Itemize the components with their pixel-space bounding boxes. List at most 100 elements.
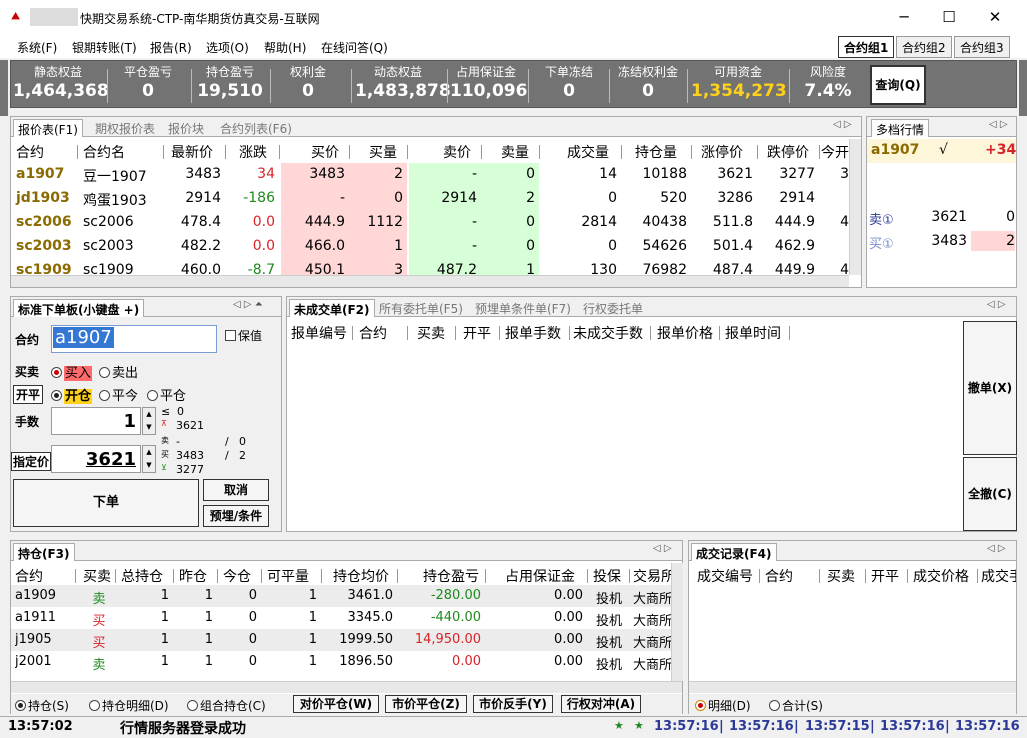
tab-depth[interactable]: 多档行情 (871, 119, 930, 137)
tab-scroll-arrows-icon[interactable]: ◁ ▷ (989, 119, 1008, 130)
col-header[interactable]: 可平量 (267, 566, 309, 586)
tab-quote-table[interactable]: 报价表(F1) (13, 119, 83, 137)
menu-system[interactable]: 系统(F) (17, 39, 57, 56)
col-header[interactable]: 买卖 (827, 566, 855, 585)
quote-horizontal-scrollbar[interactable] (11, 275, 849, 287)
menu-options[interactable]: 选项(O) (206, 39, 249, 56)
price-stepper[interactable]: ▲ ▼ (142, 445, 156, 473)
col-header[interactable]: 总持仓 (121, 566, 163, 586)
tab-pending[interactable]: 未成交单(F2) (289, 299, 375, 317)
submit-order-button[interactable]: 下单 (13, 479, 199, 527)
col-header[interactable]: 开平 (463, 323, 491, 343)
buy-radio[interactable]: 买入 (51, 362, 93, 381)
close-today-radio[interactable]: 平今 (99, 385, 138, 404)
radio-combo-position[interactable]: 组合持仓(C) (187, 697, 266, 714)
menu-bank-transfer[interactable]: 银期转账(T) (72, 39, 137, 56)
tab-conditional-orders[interactable]: 预埋单条件单(F7) (471, 299, 575, 317)
col-header[interactable]: 合约 (15, 566, 43, 586)
tab-all-orders[interactable]: 所有委托单(F5) (375, 299, 467, 317)
col-header[interactable]: 成交价格 (913, 566, 969, 585)
col-header[interactable]: 合约名 (83, 142, 125, 162)
quote-row[interactable]: sc2006 sc2006 478.4 0.0 444.9 1112 - 0 2814 40438… (11, 211, 851, 235)
quote-row[interactable]: sc2003 sc2003 482.2 0.0 466.0 1 - 0 0 54626 501.4 4… (11, 235, 851, 259)
positions-horizontal-scrollbar[interactable] (11, 681, 682, 693)
col-header[interactable]: 合约 (359, 323, 387, 343)
menu-online-qa[interactable]: 在线问答(Q) (321, 39, 388, 56)
tab-quote-block[interactable]: 报价块 (164, 119, 208, 137)
radio-positions[interactable]: 持仓(S) (15, 697, 69, 714)
close-button[interactable]: ✕ (981, 5, 1009, 29)
tab-scroll-arrows-icon[interactable]: ◁ ▷ (653, 543, 672, 554)
panel-arrows-icon[interactable]: ◁ ▷ ⏶ (233, 299, 263, 310)
tab-contract-list[interactable]: 合约列表(F6) (216, 119, 296, 137)
preorder-button[interactable]: 预埋/条件 (203, 505, 269, 527)
col-header[interactable]: 成交手数 (981, 566, 1016, 585)
tab-scroll-arrows-icon[interactable]: ◁ ▷ (987, 543, 1006, 554)
col-header[interactable]: 涨停价 (701, 142, 743, 162)
col-header[interactable]: 持仓量 (635, 142, 677, 162)
radio-position-detail[interactable]: 持仓明细(D) (89, 697, 169, 714)
col-header[interactable]: 买量 (369, 142, 397, 162)
tab-option-quote[interactable]: 期权报价表 (91, 119, 159, 137)
col-header[interactable]: 卖价 (443, 142, 471, 162)
sell-radio[interactable]: 卖出 (99, 362, 138, 381)
col-header[interactable]: 买价 (311, 142, 339, 162)
hedge-checkbox[interactable]: 保值 (225, 327, 262, 344)
col-header[interactable]: 交易所 (633, 566, 671, 586)
trades-horizontal-scrollbar[interactable] (689, 681, 1016, 693)
market-close-button[interactable]: 市价平仓(Z) (385, 695, 467, 713)
qty-stepper[interactable]: ▲ ▼ (142, 407, 156, 435)
maximize-button[interactable]: ☐ (935, 5, 963, 29)
quote-row[interactable]: sc1909 sc1909 460.0 -8.7 450.1 3 487.2 1 130 7698… (11, 259, 851, 275)
position-row[interactable]: a1911 买 1 1 0 1 3345.0 -440.00 0.00 投机 大商所 (11, 607, 671, 629)
col-header[interactable]: 今开 (821, 142, 851, 162)
quote-row[interactable]: a1907 豆一1907 3483 34 3483 2 - 0 14 10188 3621 3277 3 (11, 163, 851, 187)
position-row[interactable]: a1909 卖 1 1 0 1 3461.0 -280.00 0.00 投机 大商所 (11, 585, 671, 607)
radio-trade-total[interactable]: 合计(S) (769, 697, 823, 714)
counter-close-button[interactable]: 对价平仓(W) (293, 695, 379, 713)
tab-contract-group-2[interactable]: 合约组2 (896, 36, 952, 58)
col-header[interactable]: 合约 (16, 142, 44, 162)
tab-contract-group-3[interactable]: 合约组3 (954, 36, 1010, 58)
cancel-button[interactable]: 取消 (203, 479, 269, 501)
tab-standard-order[interactable]: 标准下单板(小键盘 +) (13, 299, 145, 317)
contract-input[interactable]: a1907 (51, 325, 217, 353)
tab-contract-group-1[interactable]: 合约组1 (838, 36, 895, 58)
quote-row[interactable]: jd1903 鸡蛋1903 2914 -186 - 0 2914 2 0 520 3286 2914 (11, 187, 851, 211)
col-header[interactable]: 报单时间 (725, 323, 781, 343)
col-header[interactable]: 今仓 (223, 566, 251, 586)
tab-scroll-arrows-icon[interactable]: ◁ ▷ (987, 299, 1006, 310)
qty-input[interactable]: 1 (51, 407, 141, 435)
col-header[interactable]: 报单价格 (657, 323, 713, 343)
offset-label[interactable]: 开平 (13, 385, 44, 404)
radio-trade-detail[interactable]: 明细(D) (695, 697, 751, 714)
close-radio[interactable]: 平仓 (147, 385, 186, 404)
col-header[interactable]: 成交编号 (697, 566, 753, 585)
tab-exercise-orders[interactable]: 行权委托单 (579, 299, 647, 317)
col-header[interactable]: 占用保证金 (505, 566, 575, 586)
col-header[interactable]: 最新价 (171, 142, 213, 162)
tab-trades[interactable]: 成交记录(F4) (691, 543, 777, 561)
minimize-button[interactable]: ─ (890, 5, 918, 29)
col-header[interactable]: 买卖 (83, 566, 111, 586)
positions-vertical-scrollbar[interactable] (671, 563, 683, 681)
col-header[interactable]: 昨仓 (179, 566, 207, 586)
col-header[interactable]: 报单手数 (505, 323, 561, 343)
menu-report[interactable]: 报告(R) (150, 39, 192, 56)
col-header[interactable]: 买卖 (417, 323, 445, 343)
col-header[interactable]: 卖量 (501, 142, 529, 162)
col-header[interactable]: 开平 (871, 566, 899, 585)
position-row[interactable]: j2001 卖 1 1 0 1 1896.50 0.00 0.00 投机 大商所 (11, 651, 671, 673)
price-label[interactable]: 指定价 (11, 452, 52, 471)
tab-positions[interactable]: 持仓(F3) (13, 543, 75, 561)
col-header[interactable]: 跌停价 (767, 142, 809, 162)
col-header[interactable]: 成交量 (567, 142, 609, 162)
col-header[interactable]: 持仓盈亏 (423, 566, 479, 586)
menu-help[interactable]: 帮助(H) (264, 39, 306, 56)
cancel-all-button[interactable]: 全撤(C) (963, 457, 1017, 531)
col-header[interactable]: 未成交手数 (573, 323, 643, 343)
open-radio[interactable]: 开仓 (51, 385, 93, 404)
position-row[interactable]: j1905 买 1 1 0 1 1999.50 14,950.00 0.00 投机 大商所 (11, 629, 671, 651)
col-header[interactable]: 报单编号 (291, 323, 347, 343)
price-input[interactable]: 3621 (51, 445, 141, 473)
